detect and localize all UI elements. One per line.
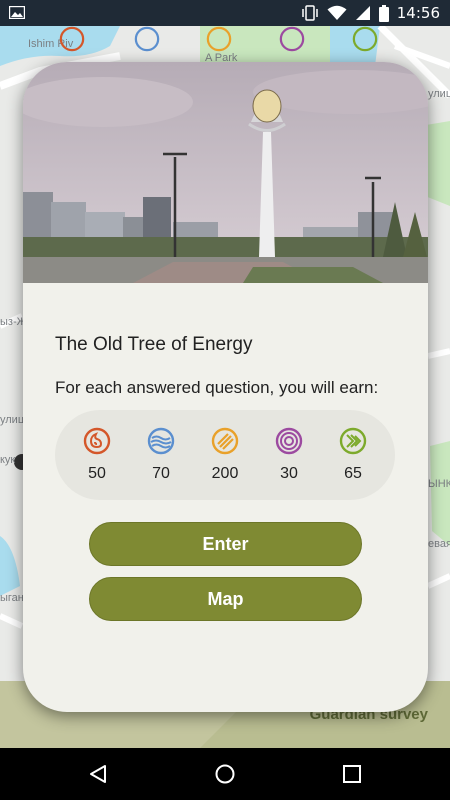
reward-water: 70 [131, 427, 191, 483]
spiral-icon [275, 427, 303, 455]
reward-fire: 50 [67, 427, 127, 483]
location-card: The Old Tree of Energy For each answered… [23, 62, 428, 712]
signal-icon [355, 6, 370, 20]
water-waves-icon [147, 427, 175, 455]
reward-sun: 200 [195, 427, 255, 483]
vibrate-icon [302, 5, 318, 21]
reward-value: 30 [280, 465, 298, 482]
home-icon[interactable] [215, 764, 235, 784]
leaf-chevron-icon [352, 26, 378, 52]
map-button[interactable]: Map [89, 577, 362, 621]
location-title: The Old Tree of Energy [55, 334, 253, 355]
back-icon[interactable] [88, 764, 108, 784]
reward-leaf: 65 [323, 427, 383, 483]
clock: 14:56 [396, 4, 440, 22]
reward-value: 65 [344, 465, 362, 482]
sun-stripes-icon [206, 26, 232, 52]
reward-description: For each answered question, you will ear… [55, 378, 379, 397]
wifi-icon [327, 5, 347, 20]
location-photo [23, 62, 428, 283]
status-bar: 14:56 [0, 0, 450, 26]
recents-icon[interactable] [342, 764, 362, 784]
fire-spiral-icon [83, 427, 111, 455]
fire-spiral-icon [59, 26, 85, 52]
rewards-panel: 50 70 200 30 65 [55, 410, 395, 500]
reward-value: 70 [152, 465, 170, 482]
reward-spiral: 30 [259, 427, 319, 483]
enter-button[interactable]: Enter [89, 522, 362, 566]
sun-stripes-icon [211, 427, 239, 455]
battery-icon [378, 4, 389, 22]
reward-value: 200 [211, 465, 239, 482]
navigation-bar [0, 748, 450, 800]
gallery-icon [9, 6, 25, 19]
leaf-chevron-icon [339, 427, 367, 455]
water-waves-icon [134, 26, 160, 52]
reward-value: 50 [88, 465, 106, 482]
spiral-icon [279, 26, 305, 52]
